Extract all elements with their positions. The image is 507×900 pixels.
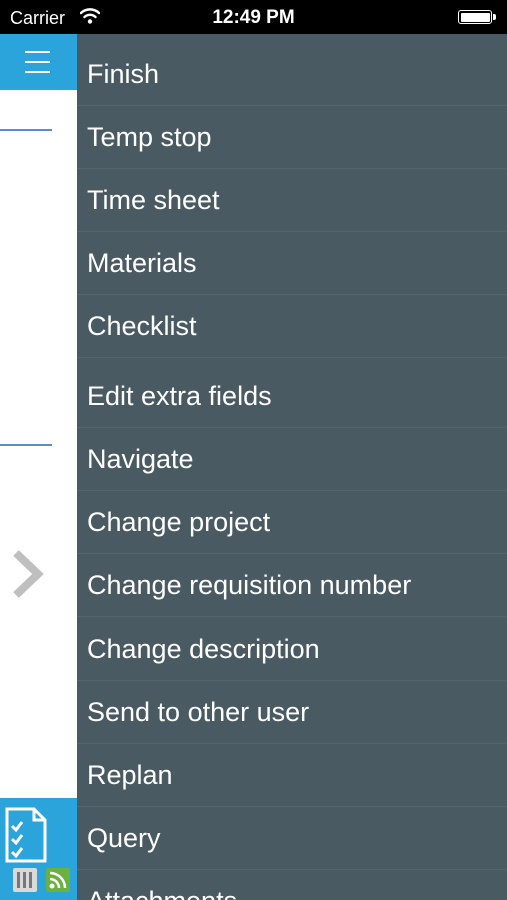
menu-item-change-requisition-number[interactable]: Change requisition number xyxy=(77,555,507,617)
menu-item-materials[interactable]: Materials xyxy=(77,233,507,295)
menu-item-change-project[interactable]: Change project xyxy=(77,492,507,554)
hamburger-menu-icon xyxy=(25,51,50,53)
battery-icon xyxy=(458,10,496,24)
menu-item-attachments[interactable]: Attachments xyxy=(77,871,507,900)
chevron-right-icon[interactable] xyxy=(10,549,46,599)
divider xyxy=(0,129,52,131)
menu-item-navigate[interactable]: Navigate xyxy=(77,429,507,491)
bottom-action-tile[interactable] xyxy=(0,798,77,900)
checklist-document-icon xyxy=(5,807,47,863)
left-panel xyxy=(0,34,77,900)
status-bar: Carrier 12:49 PM xyxy=(0,0,507,34)
divider xyxy=(0,444,52,446)
menu-item-send-to-other-user[interactable]: Send to other user xyxy=(77,682,507,744)
hamburger-menu-icon-bar xyxy=(25,61,50,63)
side-menu-drawer: Finish Temp stop Time sheet Materials Ch… xyxy=(77,34,507,900)
rss-feed-icon[interactable] xyxy=(46,868,70,892)
hamburger-menu-icon-bar xyxy=(25,71,50,73)
menu-item-query[interactable]: Query xyxy=(77,808,507,870)
barcode-icon[interactable] xyxy=(13,868,37,892)
menu-item-change-description[interactable]: Change description xyxy=(77,619,507,681)
menu-item-edit-extra-fields[interactable]: Edit extra fields xyxy=(77,366,507,428)
menu-item-checklist[interactable]: Checklist xyxy=(77,296,507,358)
menu-item-temp-stop[interactable]: Temp stop xyxy=(77,107,507,169)
menu-item-replan[interactable]: Replan xyxy=(77,745,507,807)
clock: 12:49 PM xyxy=(212,7,295,28)
menu-item-time-sheet[interactable]: Time sheet xyxy=(77,170,507,232)
hamburger-menu-button[interactable] xyxy=(0,34,77,90)
menu-item-finish[interactable]: Finish xyxy=(77,44,507,106)
